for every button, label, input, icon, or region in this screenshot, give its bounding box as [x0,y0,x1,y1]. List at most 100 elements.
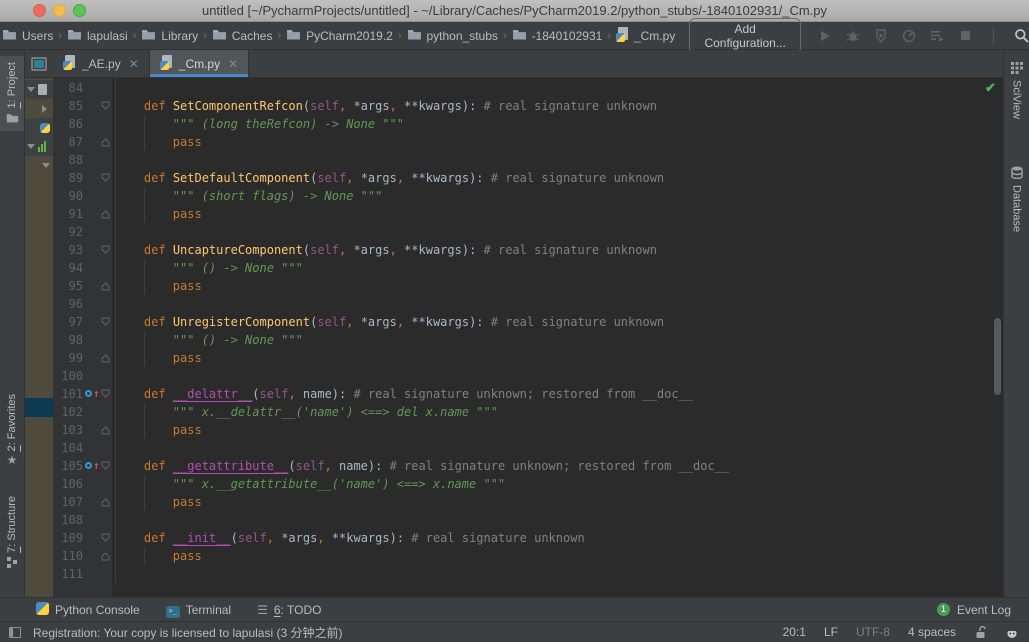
line-number[interactable]: 84 [53,79,83,97]
tab-close-icon[interactable]: ✕ [228,57,238,71]
line-number[interactable]: 89 [53,169,83,187]
tool-window-icon[interactable] [25,50,53,77]
tool-window-toggle-icon[interactable] [9,627,21,638]
line-number[interactable]: 97 [53,313,83,331]
line-number[interactable]: 95 [53,277,83,295]
code-line[interactable]: 85 def SetComponentRefcon(self, *args, *… [53,97,1003,115]
code-line[interactable]: 104 [53,439,1003,457]
close-window-button[interactable] [33,4,46,17]
line-number[interactable]: 96 [53,295,83,313]
line-number[interactable]: 85 [53,97,83,115]
code-line[interactable]: 90 """ (short flags) -> None """ [53,187,1003,205]
line-number[interactable]: 88 [53,151,83,169]
tree-row-selected[interactable] [25,398,53,417]
fold-marker-icon[interactable] [98,277,112,295]
tool-button-terminal[interactable]: >_Terminal [166,602,231,618]
code-line[interactable]: 93 def UncaptureComponent(self, *args, *… [53,241,1003,259]
code-line[interactable]: 89 def SetDefaultComponent(self, *args, … [53,169,1003,187]
fold-marker-icon[interactable] [98,169,112,187]
run-with-icon[interactable] [929,28,945,44]
sidebar-item-sciview[interactable]: SciView [1004,56,1029,125]
code-line[interactable]: 109 def __init__(self, *args, **kwargs):… [53,529,1003,547]
tool-button--todo[interactable]: ☰6: TODO [257,603,321,617]
code-line[interactable]: 103 pass [53,421,1003,439]
code-line[interactable]: 86 """ (long theRefcon) -> None """ [53,115,1003,133]
code-editor[interactable]: 8485 def SetComponentRefcon(self, *args,… [53,78,1003,597]
line-number[interactable]: 106 [53,475,83,493]
line-number[interactable]: 111 [53,565,83,583]
code-line[interactable]: 98 """ () -> None """ [53,331,1003,349]
code-line[interactable]: 106 """ x.__getattribute__('name') <==> … [53,475,1003,493]
project-tree-panel[interactable] [25,78,53,597]
code-line[interactable]: 94 """ () -> None """ [53,259,1003,277]
fold-marker-icon[interactable] [98,547,112,565]
line-number[interactable]: 100 [53,367,83,385]
code-line[interactable]: 110 pass [53,547,1003,565]
line-number[interactable]: 107 [53,493,83,511]
tree-row[interactable] [25,156,53,175]
unlock-icon[interactable] [974,626,987,639]
fold-marker-icon[interactable] [98,385,112,403]
chevron-down-icon[interactable] [27,87,35,92]
line-number[interactable]: 87 [53,133,83,151]
code-line[interactable]: 105↑ def __getattribute__(self, name): #… [53,457,1003,475]
line-number[interactable]: 91 [53,205,83,223]
line-number[interactable]: 108 [53,511,83,529]
breadcrumb-item[interactable]: Caches [212,28,273,43]
run-icon[interactable] [817,28,833,44]
code-line[interactable]: 97 def UnregisterComponent(self, *args, … [53,313,1003,331]
line-separator-widget[interactable]: LF [824,625,838,639]
code-line[interactable]: 100 [53,367,1003,385]
chevron-down-icon[interactable] [27,144,35,149]
fold-marker-icon[interactable] [98,241,112,259]
code-line[interactable]: 111 [53,565,1003,583]
code-line[interactable]: 88 [53,151,1003,169]
code-line[interactable]: 91 pass [53,205,1003,223]
tree-row[interactable] [25,80,53,99]
tree-row[interactable] [25,99,53,118]
breadcrumb-item[interactable]: python_stubs [407,28,498,43]
fold-marker-icon[interactable] [98,97,112,115]
caret-position-widget[interactable]: 20:1 [783,625,806,639]
breadcrumb-item[interactable]: -1840102931 [512,28,603,43]
maximize-window-button[interactable] [73,4,86,17]
chevron-down-icon[interactable] [42,163,50,168]
code-line[interactable]: 107 pass [53,493,1003,511]
breadcrumb-item[interactable]: _Cm.py [616,27,675,45]
sidebar-item-structure[interactable]: 7: Structure [0,490,24,576]
editor-tab[interactable]: _Cm.py✕ [150,50,249,77]
line-number[interactable]: 94 [53,259,83,277]
inspections-hector-icon[interactable] [1005,625,1019,639]
line-number[interactable]: 86 [53,115,83,133]
line-number[interactable]: 102 [53,403,83,421]
inspection-ok-icon[interactable]: ✔ [985,80,996,96]
run-coverage-icon[interactable] [873,28,889,44]
breadcrumb-item[interactable]: Users [2,28,53,43]
fold-marker-icon[interactable] [98,133,112,151]
add-configuration-button[interactable]: Add Configuration... [689,18,801,54]
editor-tab[interactable]: _AE.py✕ [53,50,150,77]
line-number[interactable]: 90 [53,187,83,205]
status-message[interactable]: Registration: Your copy is licensed to l… [33,624,342,641]
sidebar-item-favorites[interactable]: 2: Favorites★ [0,388,24,472]
chevron-right-icon[interactable] [42,105,47,113]
line-number[interactable]: 99 [53,349,83,367]
fold-marker-icon[interactable] [98,493,112,511]
breadcrumb-item[interactable]: Library [141,28,198,43]
breadcrumb-item[interactable]: lapulasi [67,28,128,43]
debug-icon[interactable] [845,28,861,44]
line-number[interactable]: 93 [53,241,83,259]
fold-marker-icon[interactable] [98,349,112,367]
breadcrumb-item[interactable]: PyCharm2019.2 [286,28,393,43]
fold-marker-icon[interactable] [98,205,112,223]
line-number[interactable]: 110 [53,547,83,565]
line-number[interactable]: 103 [53,421,83,439]
line-number[interactable]: 104 [53,439,83,457]
line-number[interactable]: 105 [53,457,83,475]
code-line[interactable]: 101↑ def __delattr__(self, name): # real… [53,385,1003,403]
fold-marker-icon[interactable] [98,421,112,439]
fold-marker-icon[interactable] [98,529,112,547]
line-number[interactable]: 101 [53,385,83,403]
line-number[interactable]: 98 [53,331,83,349]
code-line[interactable]: 96 [53,295,1003,313]
